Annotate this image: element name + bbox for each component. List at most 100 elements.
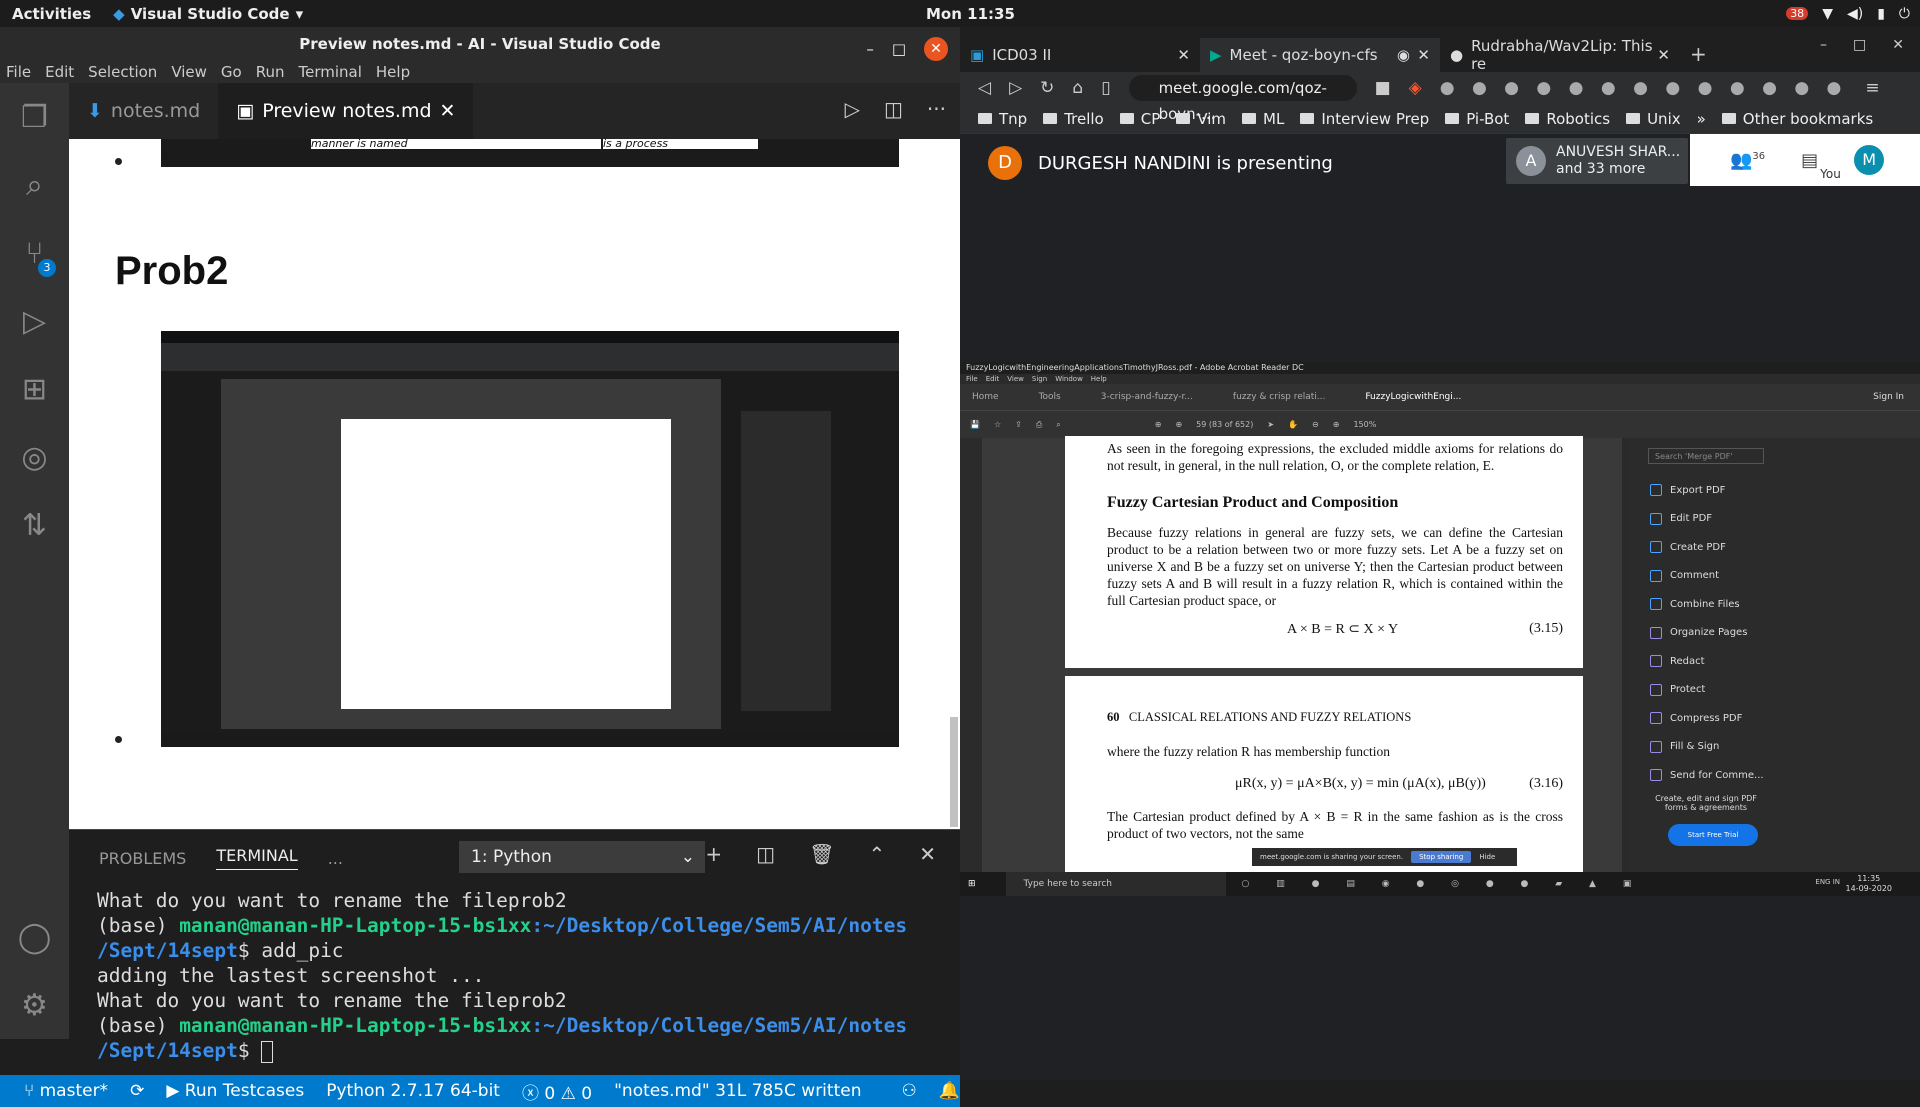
bookmark-folder[interactable]: CP <box>1120 110 1161 128</box>
windows-clock[interactable]: 11:35 14-09-2020 <box>1846 874 1893 894</box>
tool-comment[interactable]: Comment <box>1646 562 1902 591</box>
acrobat-menu-item[interactable]: File <box>966 374 978 384</box>
new-terminal-icon[interactable]: + <box>705 842 722 866</box>
page-number[interactable]: 59 (83 of 652) <box>1196 420 1253 429</box>
upload-icon[interactable]: ⇪ <box>1015 420 1022 429</box>
tab-preview-notes-md[interactable]: ▣ Preview notes.md ✕ <box>218 83 474 139</box>
tool-export-pdf[interactable]: Export PDF <box>1646 476 1902 505</box>
activities-button[interactable]: Activities <box>12 5 91 23</box>
zoom-search-icon[interactable]: ⌕ <box>1056 420 1060 430</box>
app-menu[interactable]: ◆ Visual Studio Code ▾ <box>113 5 303 23</box>
extension-icons[interactable]: ● ● ● ● ● ● ● ● ● ● ● ● ● <box>1440 78 1848 98</box>
account-icon[interactable]: ◯ <box>0 903 69 971</box>
tab-notes-md[interactable]: ⬇ notes.md <box>69 83 218 139</box>
acrobat-doc-tab[interactable]: fuzzy & crisp relati... <box>1233 392 1325 402</box>
notifications-bell-icon[interactable]: 🔔 <box>939 1081 960 1101</box>
self-view[interactable]: M You <box>1820 145 1885 181</box>
settings-gear-icon[interactable]: ⚙ <box>0 971 69 1039</box>
windows-start-icon[interactable]: ⊞ <box>968 879 976 889</box>
explorer-icon[interactable]: ❐ <box>0 83 69 151</box>
menu-view[interactable]: View <box>171 63 207 81</box>
tool-redact[interactable]: Redact <box>1646 647 1902 676</box>
menu-file[interactable]: File <box>6 63 31 81</box>
terminal-output[interactable]: What do you want to rename the fileprob2… <box>69 886 960 1065</box>
stop-sharing-button[interactable]: Stop sharing <box>1411 851 1472 863</box>
tool-protect[interactable]: Protect <box>1646 676 1902 705</box>
hide-banner-button[interactable]: Hide <box>1479 853 1495 861</box>
taskbar-app-icons[interactable]: ○ ▥ ● ▤ ◉ ● ◎ ● ● ▰ ▲ ▣ <box>1242 879 1644 889</box>
feedback-icon[interactable]: ⚇ <box>901 1081 916 1101</box>
page-down-icon[interactable]: ⊕ <box>1175 420 1182 429</box>
bookmark-folder[interactable]: Tnp <box>978 110 1027 128</box>
menu-run[interactable]: Run <box>256 63 285 81</box>
browser-tab-icd03[interactable]: ▣ ICD03 II ✕ <box>960 38 1200 72</box>
home-icon[interactable]: ⌂ <box>1072 78 1083 98</box>
run-testcases-button[interactable]: ▶ Run Testcases <box>166 1081 304 1101</box>
search-icon[interactable]: ⌕ <box>0 151 69 219</box>
windows-language[interactable]: ENG IN <box>1815 878 1840 886</box>
close-tab-icon[interactable]: ✕ <box>1657 46 1670 64</box>
print-icon[interactable]: ⎙ <box>1036 420 1042 430</box>
clock[interactable]: Mon 11:35 <box>926 5 1015 23</box>
new-tab-button[interactable]: + <box>1680 42 1707 72</box>
acrobat-menu-item[interactable]: Window <box>1055 374 1083 384</box>
people-button[interactable]: 👥36 <box>1730 150 1765 171</box>
tool-edit-pdf[interactable]: Edit PDF <box>1646 505 1902 534</box>
bookmark-folder[interactable]: Vim <box>1176 110 1226 128</box>
sync-icon[interactable]: ⟳ <box>130 1081 144 1101</box>
acrobat-doc-tab-active[interactable]: FuzzyLogicwithEngi... <box>1365 392 1461 402</box>
menu-icon[interactable]: ≡ <box>1865 78 1879 98</box>
bookmark-folder[interactable]: Trello <box>1043 110 1104 128</box>
bookmark-folder[interactable]: Robotics <box>1525 110 1610 128</box>
reload-icon[interactable]: ↻ <box>1040 78 1054 98</box>
problems-indicator[interactable]: ⓧ 0 ⚠ 0 <box>522 1079 592 1104</box>
tool-create-pdf[interactable]: Create PDF <box>1646 533 1902 562</box>
tool-organize-pages[interactable]: Organize Pages <box>1646 619 1902 648</box>
tab-problems[interactable]: PROBLEMS <box>99 849 186 868</box>
close-button[interactable]: ✕ <box>924 37 948 61</box>
start-free-trial-button[interactable]: Start Free Trial <box>1668 824 1758 846</box>
camera-icon[interactable]: ■ <box>1375 78 1391 98</box>
pdf-scrollbar[interactable] <box>1622 438 1630 872</box>
extensions-icon[interactable]: ⊞ <box>0 355 69 423</box>
more-bookmarks-icon[interactable]: » <box>1697 110 1706 128</box>
hand-icon[interactable]: ✋ <box>1288 420 1298 429</box>
run-icon[interactable]: ▷ <box>845 97 860 121</box>
tool-compress-pdf[interactable]: Compress PDF <box>1646 704 1902 733</box>
page-up-icon[interactable]: ⊕ <box>1155 420 1162 429</box>
select-cursor-icon[interactable]: ➤ <box>1267 420 1274 429</box>
git-graph-icon[interactable]: ◎ <box>0 423 69 491</box>
menu-edit[interactable]: Edit <box>45 63 74 81</box>
acrobat-menu-item[interactable]: Help <box>1091 374 1107 384</box>
menu-selection[interactable]: Selection <box>88 63 157 81</box>
pull-request-icon[interactable]: ⇅ <box>0 491 69 559</box>
save-icon[interactable]: 💾 <box>970 420 980 429</box>
menu-terminal[interactable]: Terminal <box>299 63 362 81</box>
bookmark-folder[interactable]: Interview Prep <box>1300 110 1429 128</box>
chat-icon[interactable]: ▤ <box>1801 150 1818 171</box>
branch-indicator[interactable]: ⑂ master* <box>24 1081 108 1101</box>
close-panel-icon[interactable]: ✕ <box>919 842 936 866</box>
close-tab-icon[interactable]: ✕ <box>1417 46 1430 64</box>
participant-tile[interactable]: A ANUVESH SHAR... and 33 more <box>1506 138 1688 184</box>
tool-combine-files[interactable]: Combine Files <box>1646 590 1902 619</box>
bookmark-folder[interactable]: Pi-Bot <box>1445 110 1509 128</box>
terminal-selector[interactable]: 1: Python ⌄ <box>459 841 705 873</box>
zoom-level[interactable]: 150% <box>1353 420 1376 429</box>
split-editor-icon[interactable]: ◫ <box>884 97 903 121</box>
run-debug-icon[interactable]: ▷ <box>0 287 69 355</box>
acrobat-menu-item[interactable]: Edit <box>986 374 1000 384</box>
split-terminal-icon[interactable]: ◫ <box>756 842 775 866</box>
maximize-button[interactable]: □ <box>892 32 906 66</box>
acrobat-menu-item[interactable]: View <box>1007 374 1024 384</box>
tab-terminal[interactable]: TERMINAL <box>216 846 298 870</box>
menu-go[interactable]: Go <box>221 63 242 81</box>
menu-help[interactable]: Help <box>376 63 410 81</box>
sign-in-button[interactable]: Sign In <box>1873 392 1904 402</box>
tool-fill-sign[interactable]: Fill & Sign <box>1646 733 1902 762</box>
tool-send-for-comment[interactable]: Send for Comme... <box>1646 761 1902 790</box>
close-tab-icon[interactable]: ✕ <box>1177 46 1190 64</box>
browser-tab-github[interactable]: ● Rudrabha/Wav2Lip: This re ✕ <box>1440 37 1680 73</box>
maximize-panel-icon[interactable]: ⌃ <box>868 842 885 866</box>
maximize-button[interactable]: □ <box>1853 37 1866 53</box>
